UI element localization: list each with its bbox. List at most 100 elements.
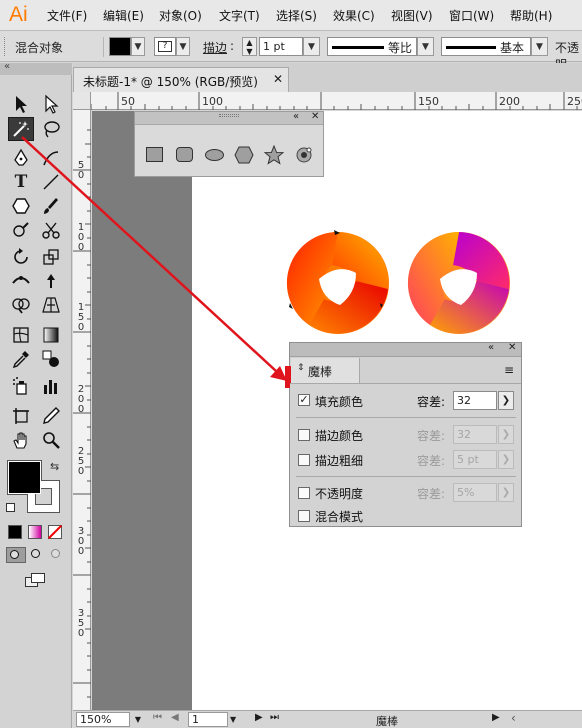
chevron-right-icon[interactable]: ❯ (498, 483, 514, 502)
puppet-warp-tool-icon[interactable] (40, 270, 62, 292)
magic-wand-tool-icon[interactable] (8, 117, 34, 141)
prev-page-icon[interactable]: ◀ (171, 712, 179, 723)
fill-color-checkbox[interactable]: ✓ (298, 394, 310, 406)
default-colors-icon[interactable] (6, 503, 15, 512)
page-input[interactable]: 1 (188, 712, 228, 727)
none-mode-icon[interactable] (47, 524, 63, 540)
column-graph-tool-icon[interactable] (40, 375, 62, 397)
blend-mode-checkbox[interactable] (298, 510, 310, 522)
zoom-tool-icon[interactable] (40, 429, 62, 451)
opacity-tolerance-input[interactable]: 5% (453, 483, 497, 502)
scroll-left-icon[interactable]: ‹ (511, 711, 516, 725)
close-icon[interactable]: ✕ (311, 111, 319, 122)
stroke-swatch[interactable]: ? (154, 37, 176, 56)
menu-file[interactable]: 文件(F) (47, 7, 87, 24)
swap-colors-icon[interactable]: ⇆ (50, 460, 59, 473)
scale-tool-icon[interactable] (40, 246, 62, 268)
collapse-icon[interactable]: « (4, 61, 10, 72)
polygon-tool-icon[interactable] (10, 195, 32, 217)
stroke-dropdown-icon[interactable]: ▼ (176, 37, 190, 56)
draw-behind-icon[interactable] (28, 547, 46, 563)
collapse-icon[interactable]: « (293, 111, 299, 122)
stroke-color-tolerance-input[interactable]: 32 (453, 425, 497, 444)
tab-options-icon[interactable]: ⇕ (297, 363, 305, 373)
fill-swatch[interactable] (109, 37, 131, 56)
fill-tolerance-input[interactable]: 32 (453, 391, 497, 410)
zoom-dropdown-icon[interactable]: ▼ (131, 712, 145, 727)
pasteboard[interactable] (92, 111, 192, 710)
tools-panel-header[interactable]: « (0, 61, 72, 75)
screen-mode-icon[interactable] (25, 573, 47, 589)
stroke-weight-tolerance-input[interactable]: 5 pt (453, 450, 497, 469)
line-tool-icon[interactable] (40, 171, 62, 193)
fill-color-front[interactable] (8, 461, 41, 494)
symbol-sprayer-tool-icon[interactable] (10, 375, 32, 397)
menu-effect[interactable]: 效果(C) (333, 7, 375, 24)
chevron-right-icon[interactable]: ❯ (498, 450, 514, 469)
close-tab-icon[interactable]: ✕ (273, 72, 283, 86)
menu-object[interactable]: 对象(O) (159, 7, 202, 24)
chevron-right-icon[interactable]: ❯ (498, 425, 514, 444)
profile-select[interactable]: 等比 (327, 37, 417, 56)
blend-tool-icon[interactable] (40, 348, 62, 370)
scissors-tool-icon[interactable] (40, 219, 62, 241)
hand-tool-icon[interactable] (10, 429, 32, 451)
collapse-icon[interactable]: « (488, 342, 494, 353)
horizontal-ruler[interactable]: 50 100 150 200 250 (73, 92, 582, 110)
vertical-ruler[interactable]: 5 0 1 0 0 1 5 0 2 0 0 2 5 0 3 0 0 3 5 0 (73, 110, 91, 710)
slice-tool-icon[interactable] (40, 405, 62, 427)
next-page-icon[interactable]: ▶ (255, 712, 263, 723)
width-tool-icon[interactable] (10, 270, 32, 292)
draw-normal-icon[interactable] (6, 547, 26, 563)
mesh-tool-icon[interactable] (10, 324, 32, 346)
polygon-icon[interactable] (234, 146, 254, 164)
flyout-header[interactable]: « ✕ (135, 111, 323, 125)
eyedropper-tool-icon[interactable] (10, 348, 32, 370)
logo-magenta[interactable] (405, 229, 513, 337)
stroke-color-checkbox[interactable] (298, 429, 310, 441)
ruler-origin[interactable] (73, 92, 91, 110)
type-tool-icon[interactable]: T (10, 171, 32, 193)
artboard-tool-icon[interactable] (10, 405, 32, 427)
stroke-weight-checkbox[interactable] (298, 454, 310, 466)
menu-help[interactable]: 帮助(H) (510, 7, 552, 24)
panel-header[interactable]: « ✕ (290, 342, 521, 357)
gradient-tool-icon[interactable] (40, 324, 62, 346)
zoom-select[interactable]: 150% (76, 712, 130, 727)
shape-builder-tool-icon[interactable] (10, 294, 32, 316)
shaper-tool-icon[interactable] (10, 219, 32, 241)
first-page-icon[interactable]: ⏮ (153, 712, 162, 723)
menu-view[interactable]: 视图(V) (391, 7, 433, 24)
stroke-weight-input[interactable]: 1 pt (259, 37, 303, 56)
paintbrush-tool-icon[interactable] (40, 195, 62, 217)
flare-icon[interactable] (294, 145, 314, 165)
color-mode-icon[interactable] (8, 525, 22, 539)
menu-type[interactable]: 文字(T) (219, 7, 260, 24)
brush-dropdown-icon[interactable]: ▼ (531, 37, 548, 56)
stroke-stepper-icon[interactable]: ▲ ▼ (242, 37, 257, 56)
rectangle-icon[interactable] (146, 147, 163, 162)
rounded-rectangle-icon[interactable] (176, 147, 193, 162)
stroke-label[interactable]: 描边 (203, 39, 227, 56)
stroke-weight-dropdown-icon[interactable]: ▼ (303, 37, 320, 56)
chevron-right-icon[interactable]: ❯ (498, 391, 514, 410)
menu-edit[interactable]: 编辑(E) (103, 7, 144, 24)
tab-magic-wand[interactable]: ⇕ 魔棒 (291, 358, 360, 383)
logo-orange[interactable] (284, 229, 392, 337)
panel-menu-icon[interactable]: ≡ (504, 363, 514, 377)
direct-selection-tool-icon[interactable] (40, 93, 62, 115)
perspective-grid-tool-icon[interactable] (40, 294, 62, 316)
curvature-tool-icon[interactable] (40, 147, 62, 169)
close-icon[interactable]: ✕ (508, 342, 516, 353)
profile-dropdown-icon[interactable]: ▼ (417, 37, 434, 56)
menu-window[interactable]: 窗口(W) (449, 7, 494, 24)
status-menu-icon[interactable]: ▶ (492, 712, 500, 723)
ellipse-icon[interactable] (205, 149, 224, 161)
lasso-tool-icon[interactable] (40, 118, 62, 140)
page-dropdown-icon[interactable]: ▼ (230, 712, 242, 727)
rotate-tool-icon[interactable] (10, 246, 32, 268)
selection-tool-icon[interactable] (10, 93, 32, 115)
gradient-mode-icon[interactable] (28, 525, 42, 539)
current-tool-label[interactable]: 魔棒 (376, 713, 398, 728)
menu-select[interactable]: 选择(S) (276, 7, 317, 24)
